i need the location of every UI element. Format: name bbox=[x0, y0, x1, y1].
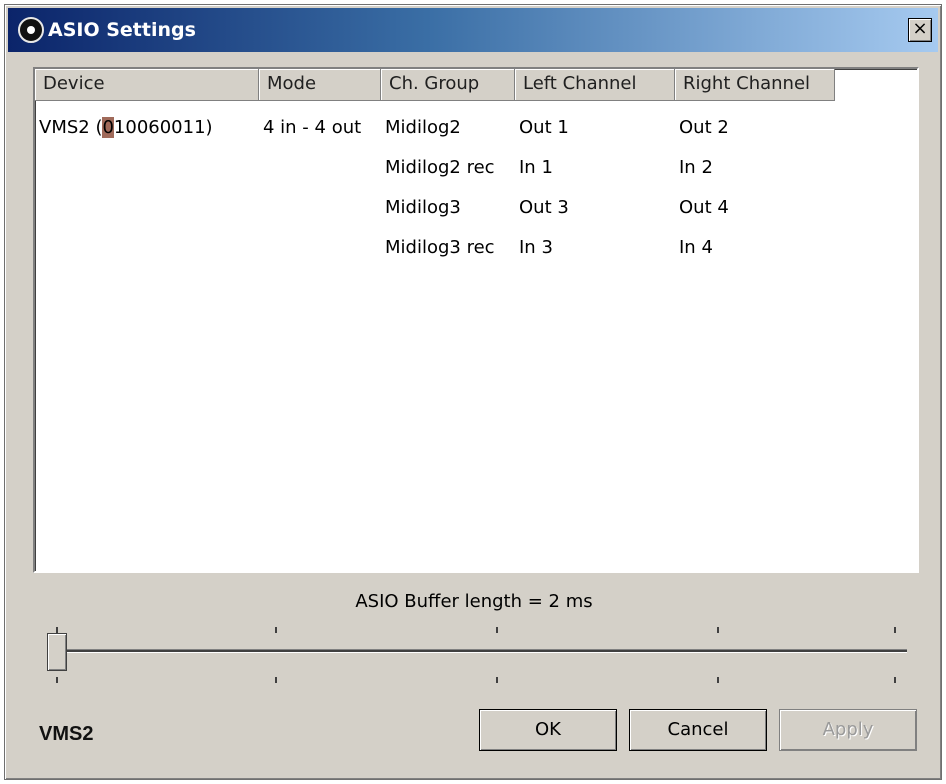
slider-thumb[interactable] bbox=[47, 633, 67, 671]
cell-mode: 4 in - 4 out bbox=[263, 116, 362, 138]
slider-tick bbox=[894, 677, 896, 683]
column-header-device[interactable]: Device bbox=[35, 69, 259, 101]
cell-ch-group: Midilog3 bbox=[385, 196, 461, 218]
cell-left-channel: Out 1 bbox=[519, 116, 569, 138]
buffer-length-label: ASIO Buffer length = 2 ms bbox=[355, 591, 593, 612]
table-row[interactable]: Midilog3 Out 3 Out 4 bbox=[35, 187, 835, 227]
cancel-button[interactable]: Cancel bbox=[629, 709, 767, 751]
cell-right-channel: Out 4 bbox=[679, 196, 729, 218]
list-header: Device Mode Ch. Group Left Channel Right… bbox=[35, 69, 835, 101]
column-header-mode[interactable]: Mode bbox=[259, 69, 381, 101]
close-icon: × bbox=[912, 18, 928, 39]
list-rows: VMS2 (010060011) 4 in - 4 out Midilog2 O… bbox=[35, 107, 835, 267]
cell-right-channel: Out 2 bbox=[679, 116, 729, 138]
device-list[interactable]: Device Mode Ch. Group Left Channel Right… bbox=[33, 67, 919, 573]
column-header-right-channel[interactable]: Right Channel bbox=[675, 69, 835, 101]
cell-ch-group: Midilog3 rec bbox=[385, 236, 495, 258]
slider-tick bbox=[275, 677, 277, 683]
window-title: ASIO Settings bbox=[48, 19, 196, 41]
cell-ch-group: Midilog2 rec bbox=[385, 156, 495, 178]
slider-tick bbox=[717, 677, 719, 683]
app-icon bbox=[18, 17, 44, 43]
cell-left-channel: In 3 bbox=[519, 236, 553, 258]
slider-track[interactable] bbox=[55, 649, 907, 653]
cell-right-channel: In 4 bbox=[679, 236, 713, 258]
table-row[interactable]: Midilog3 rec In 3 In 4 bbox=[35, 227, 835, 267]
cell-device: VMS2 (010060011) bbox=[39, 116, 213, 138]
column-header-left-channel[interactable]: Left Channel bbox=[515, 69, 675, 101]
asio-settings-dialog: ASIO Settings × Device Mode Ch. Group Le… bbox=[4, 4, 942, 780]
cell-left-channel: In 1 bbox=[519, 156, 553, 178]
slider-tick bbox=[56, 677, 58, 683]
brand-label: VMS2 bbox=[39, 723, 94, 745]
text-caret-highlight: 0 bbox=[102, 116, 114, 138]
title-bar[interactable]: ASIO Settings × bbox=[8, 8, 938, 52]
table-row[interactable]: Midilog2 rec In 1 In 2 bbox=[35, 147, 835, 187]
slider-tick bbox=[894, 627, 896, 633]
table-row[interactable]: VMS2 (010060011) 4 in - 4 out Midilog2 O… bbox=[35, 107, 835, 147]
ok-button[interactable]: OK bbox=[479, 709, 617, 751]
cell-right-channel: In 2 bbox=[679, 156, 713, 178]
close-button[interactable]: × bbox=[908, 18, 932, 42]
slider-tick bbox=[717, 627, 719, 633]
slider-tick bbox=[496, 677, 498, 683]
slider-tick bbox=[496, 627, 498, 633]
cell-left-channel: Out 3 bbox=[519, 196, 569, 218]
apply-button[interactable]: Apply bbox=[779, 709, 917, 751]
buffer-length-slider[interactable] bbox=[45, 625, 915, 685]
slider-tick bbox=[275, 627, 277, 633]
cell-ch-group: Midilog2 bbox=[385, 116, 461, 138]
column-header-ch-group[interactable]: Ch. Group bbox=[381, 69, 515, 101]
